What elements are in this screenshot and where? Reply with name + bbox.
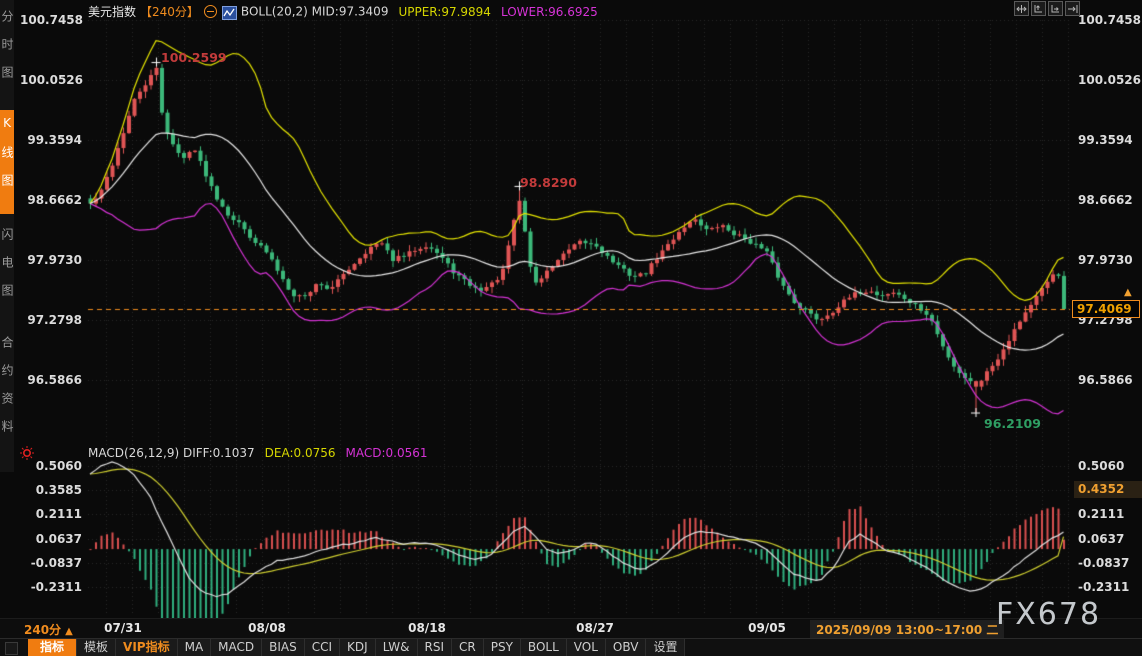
price-axis-label-left: 100.7458 [20, 13, 82, 27]
indicator-tab[interactable]: 指标 [28, 639, 77, 656]
macd-dea-readout: DEA:0.0756 [265, 446, 336, 460]
macd-header: MACD(26,12,9) DIFF:0.1037 DEA:0.0756 MACD:… [88, 446, 428, 460]
date-tick: 09/05 [748, 621, 786, 635]
macd-axis-label-right: -0.2311 [1078, 580, 1129, 594]
boll-tab[interactable]: BOLL [521, 639, 567, 656]
date-axis: 240分▲ 2025/09/09 13:00~17:00 二 07/31 08/0… [0, 618, 1142, 639]
macd-axis-label-left: 0.2111 [20, 507, 82, 521]
date-tick: 07/31 [104, 621, 142, 635]
timeframe-toggle[interactable]: 240分▲ [24, 621, 73, 638]
template-tab[interactable]: 模板 [77, 639, 116, 656]
price-annotation: 96.2109 [984, 416, 1041, 431]
collapse-arrow-icon: ▲ [65, 626, 73, 637]
macd-axis-label-right: 0.5060 [1078, 459, 1124, 473]
price-axis-label-left: 97.9730 [20, 253, 82, 267]
tab-contract-info[interactable]: 合约资料 [0, 330, 14, 464]
macd-axis-label-right: -0.0837 [1078, 556, 1129, 570]
macd-axis-label-right: 0.2111 [1078, 507, 1124, 521]
price-axis-label-left: 96.5866 [20, 373, 82, 387]
settings-tab[interactable]: 设置 [646, 639, 685, 656]
scale-axis-up-icon[interactable] [1031, 1, 1046, 16]
timeframe-badge[interactable]: 【240分】 [140, 5, 199, 19]
indicator-chart-icon [222, 6, 237, 20]
price-annotation: 100.2599 [161, 50, 227, 65]
kdj-tab[interactable]: KDJ [340, 639, 376, 656]
boll-lower-readout: LOWER:96.6925 [501, 5, 598, 19]
bias-tab[interactable]: BIAS [262, 639, 305, 656]
price-axis-label-left: 99.3594 [20, 133, 82, 147]
goto-latest-icon[interactable] [1065, 1, 1080, 16]
sidebar: 分时图 K线图闪电图合约资料 [0, 0, 14, 472]
watermark: FX678 [996, 597, 1101, 632]
macd-axis-label-left: 0.0637 [20, 532, 82, 546]
current-price-box: 97.4069 [1072, 300, 1140, 318]
date-tick: 08/27 [576, 621, 614, 635]
chart-app: 分时图 K线图闪电图合约资料 美元指数【240分】 BOLL(20,2) MID:9… [0, 0, 1142, 655]
current-period-label: 2025/09/09 13:00~17:00 二 [810, 620, 1004, 639]
price-axis-label-right: 97.9730 [1078, 253, 1133, 267]
price-axis-label-left: 100.0526 [20, 73, 82, 87]
macd-value-box: 0.4352 [1074, 481, 1142, 498]
vol-tab[interactable]: VOL [567, 639, 606, 656]
chart-tool-icons [1014, 1, 1080, 16]
obv-tab[interactable]: OBV [606, 639, 647, 656]
macd-hist-readout: MACD:0.0561 [346, 446, 428, 460]
macd-axis-label-left: -0.2311 [20, 580, 82, 594]
boll-mid-readout: BOLL(20,2) MID:97.3409 [241, 5, 389, 19]
tab-kline[interactable]: K线图 [0, 110, 14, 214]
price-marker-arrow: ▲ [1124, 287, 1132, 298]
alert-icon[interactable] [19, 445, 35, 461]
boll-upper-readout: UPPER:97.9894 [398, 5, 490, 19]
psy-tab[interactable]: PSY [484, 639, 521, 656]
chart-header: 美元指数【240分】 BOLL(20,2) MID:97.3409 UPPER:97… [88, 3, 598, 18]
macd-title: MACD(26,12,9) DIFF:0.1037 [88, 446, 255, 460]
macd-axis-label-left: 0.5060 [20, 459, 82, 473]
price-axis-label-right: 100.0526 [1078, 73, 1141, 87]
lw-tab[interactable]: LW& [376, 639, 418, 656]
panel-toggle-icon[interactable] [5, 642, 18, 655]
price-axis-label-right: 96.5866 [1078, 373, 1133, 387]
macd-axis-label-left: -0.0837 [20, 556, 82, 570]
date-tick: 08/18 [408, 621, 446, 635]
ma-tab[interactable]: MA [178, 639, 212, 656]
tab-time-chart[interactable]: 分时图 [0, 4, 14, 102]
compress-horizontal-icon[interactable] [1014, 1, 1029, 16]
cci-tab[interactable]: CCI [305, 639, 340, 656]
tab-lightning[interactable]: 闪电图 [0, 222, 14, 322]
toolbar-left-pad [0, 639, 28, 656]
symbol-title: 美元指数 [88, 5, 136, 19]
macd-axis-label-left: 0.3585 [20, 483, 82, 497]
price-axis-label-left: 98.6662 [20, 193, 82, 207]
price-annotation: 98.8290 [520, 175, 577, 190]
macd-tab[interactable]: MACD [211, 639, 262, 656]
cr-tab[interactable]: CR [452, 639, 484, 656]
scale-axis-right-icon[interactable] [1048, 1, 1063, 16]
indicator-toolbar: 指标模板VIP指标MAMACDBIASCCIKDJLW&RSICRPSYBOLL… [0, 638, 1142, 656]
price-macd-chart-canvas[interactable] [0, 0, 1142, 655]
date-tick: 08/08 [248, 621, 286, 635]
price-axis-label-left: 97.2798 [20, 313, 82, 327]
macd-axis-label-right: 0.0637 [1078, 532, 1124, 546]
rsi-tab[interactable]: RSI [418, 639, 453, 656]
vip-indicator-tab[interactable]: VIP指标 [116, 639, 178, 656]
price-axis-label-right: 100.7458 [1078, 13, 1141, 27]
price-axis-label-right: 98.6662 [1078, 193, 1133, 207]
price-axis-label-right: 99.3594 [1078, 133, 1133, 147]
collapse-minus-icon[interactable] [204, 5, 217, 18]
